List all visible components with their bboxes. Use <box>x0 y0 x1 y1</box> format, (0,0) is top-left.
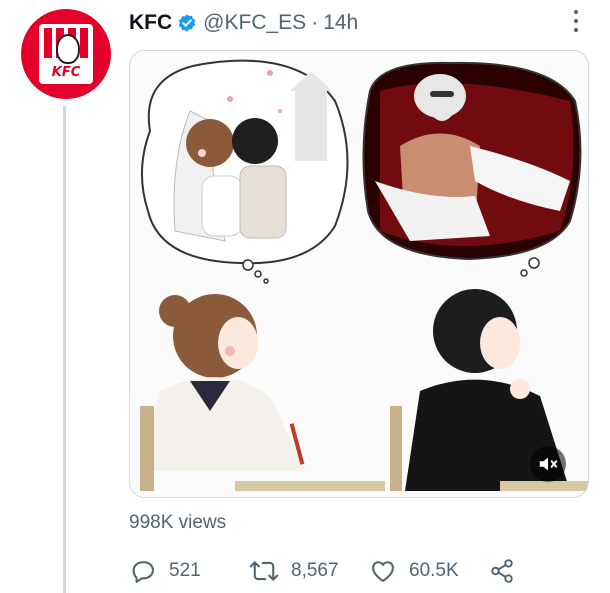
like-icon <box>369 557 397 585</box>
verified-badge-icon <box>177 13 197 33</box>
tweet-header: KFC @KFC_ES · 14h <box>129 10 358 36</box>
reply-count: 521 <box>169 560 201 581</box>
author-handle[interactable]: @KFC_ES <box>203 11 306 35</box>
retweet-icon <box>249 557 279 585</box>
author-name[interactable]: KFC <box>129 11 172 35</box>
retweet-count: 8,567 <box>291 560 339 581</box>
tweet-video[interactable] <box>129 50 589 498</box>
kfc-logo: KFC <box>39 24 93 84</box>
share-button[interactable] <box>489 555 527 587</box>
avatar[interactable]: KFC <box>21 9 111 99</box>
retweet-button[interactable]: 8,567 <box>249 555 339 587</box>
video-frame <box>130 51 588 497</box>
reply-icon <box>129 557 157 585</box>
like-count: 60.5K <box>409 560 459 581</box>
share-icon <box>489 557 515 585</box>
thread-line <box>63 106 66 593</box>
reply-button[interactable]: 521 <box>129 555 201 587</box>
tweet-time[interactable]: 14h <box>323 11 358 35</box>
logo-wordmark: KFC <box>51 65 81 80</box>
mute-icon[interactable] <box>530 446 566 482</box>
colonel-face <box>56 34 80 64</box>
action-bar: 521 8,567 60.5K <box>129 555 529 587</box>
view-count: 998K views <box>129 512 227 533</box>
like-button[interactable]: 60.5K <box>369 555 459 587</box>
separator-dot: · <box>311 11 319 34</box>
more-icon[interactable] <box>569 10 583 32</box>
